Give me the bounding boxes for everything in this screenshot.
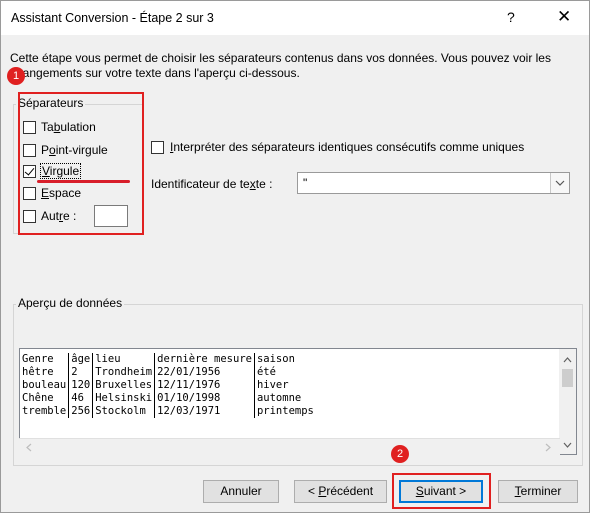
scroll-left-right-icon — [26, 443, 551, 452]
preview-group-label: Aperçu de données — [16, 296, 125, 310]
preview-cell: tremble — [20, 405, 70, 418]
consecutive-label[interactable]: Interpréter des séparateurs identiques c… — [170, 140, 524, 154]
back-button[interactable]: < Précédent — [294, 480, 387, 503]
close-button[interactable]: ✕ — [557, 7, 571, 27]
scroll-arrows-icon — [562, 357, 573, 448]
preview-cell: hiver — [256, 379, 289, 391]
preview-cell: 46 — [68, 392, 94, 405]
preview-cell: 256 — [68, 405, 94, 418]
preview-row: hêtre 2 Trondheim 22/01/1956 été — [20, 366, 316, 379]
conversion-wizard-dialog: Assistant Conversion - Étape 2 sur 3 ? ✕… — [0, 0, 590, 513]
preview-cell: 2 — [68, 366, 94, 379]
preview-cell: Stockolm — [92, 405, 156, 418]
preview-cell: saison — [256, 353, 295, 365]
preview-cell: Helsinski — [92, 392, 156, 405]
preview-row: Genre âge lieu dernière mesure saison — [20, 353, 316, 366]
cancel-button[interactable]: Annuler — [203, 480, 279, 503]
title-bar: Assistant Conversion - Étape 2 sur 3 ? ✕ — [1, 1, 589, 35]
step-description: Cette étape vous permet de choisir les s… — [10, 51, 551, 80]
preview-cell: 01/10/1998 — [154, 392, 255, 405]
text-qualifier-select[interactable]: " — [297, 172, 570, 194]
text-qualifier-label: Identificateur de texte : — [151, 177, 273, 191]
window-title: Assistant Conversion - Étape 2 sur 3 — [11, 11, 214, 25]
finish-button[interactable]: Terminer — [498, 480, 578, 503]
preview-cell: été — [256, 366, 276, 378]
preview-cell: lieu — [92, 353, 156, 366]
preview-table: Genre âge lieu dernière mesure saison hêtre 2 T… — [20, 353, 316, 418]
preview-cell: 12/03/1971 — [154, 405, 255, 418]
annotation-badge-2: 2 — [391, 445, 409, 463]
preview-cell: Genre — [20, 353, 70, 366]
consecutive-checkbox[interactable] — [151, 141, 164, 154]
text-qualifier-value: " — [303, 176, 308, 190]
chevron-down-icon — [555, 180, 565, 186]
help-button[interactable]: ? — [507, 9, 515, 25]
annotation-box-1 — [18, 92, 144, 235]
preview-row: tremble 256 Stockolm 12/03/1971 printemps — [20, 405, 316, 418]
preview-vertical-scrollbar[interactable] — [559, 349, 576, 454]
preview-cell: âge — [68, 353, 94, 366]
preview-row: bouleau 120 Bruxelles 12/11/1976 hiver — [20, 379, 316, 392]
preview-horizontal-scrollbar[interactable] — [19, 438, 560, 456]
preview-cell: Chêne — [20, 392, 70, 405]
preview-cell: 120 — [68, 379, 94, 392]
preview-cell: automne — [256, 392, 302, 404]
preview-cell: 12/11/1976 — [154, 379, 255, 392]
preview-cell: printemps — [256, 405, 314, 417]
text-qualifier-dropdown-button[interactable] — [550, 173, 569, 193]
annotation-box-2 — [392, 473, 491, 509]
preview-row: Chêne 46 Helsinski 01/10/1998 automne — [20, 392, 316, 405]
preview-cell: Bruxelles — [92, 379, 156, 392]
preview-cell: hêtre — [20, 366, 70, 379]
preview-cell: 22/01/1956 — [154, 366, 255, 379]
annotation-badge-1: 1 — [7, 67, 25, 85]
preview-cell: dernière mesure — [154, 353, 255, 366]
preview-cell: bouleau — [20, 379, 70, 392]
preview-cell: Trondheim — [92, 366, 156, 379]
